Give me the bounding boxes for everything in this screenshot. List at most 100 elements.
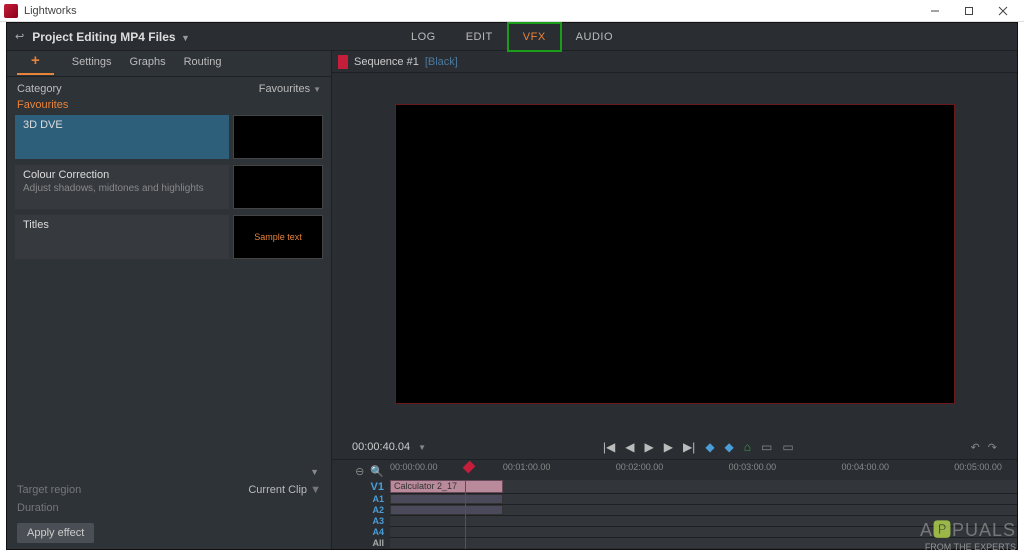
duration-row: Duration: [7, 499, 331, 517]
main-tabs: LOG EDIT VFX AUDIO: [396, 23, 628, 51]
favourites-dropdown[interactable]: Favourites▼: [259, 83, 321, 95]
zoom-out-icon[interactable]: ⊖: [355, 465, 364, 478]
effect-name: Colour Correction: [23, 169, 221, 181]
video-viewer[interactable]: [395, 104, 955, 404]
audio-clip[interactable]: [390, 505, 503, 515]
track-label-a1[interactable]: A1: [352, 494, 384, 505]
effect-colour-correction[interactable]: Colour Correction Adjust shadows, midton…: [15, 165, 323, 209]
project-title-text: Project Editing MP4 Files: [32, 30, 175, 44]
tab-vfx[interactable]: VFX: [508, 23, 561, 51]
track-a2[interactable]: [390, 505, 1017, 516]
tab-edit[interactable]: EDIT: [451, 23, 508, 51]
play-button[interactable]: ▶: [644, 440, 653, 454]
window-title: Lightworks: [24, 5, 918, 17]
tab-settings[interactable]: Settings: [72, 56, 112, 72]
maximize-button[interactable]: [952, 0, 986, 22]
track-v1[interactable]: Calculator 2_17: [390, 480, 1017, 494]
sequence-marker-icon: [338, 55, 348, 69]
tab-audio[interactable]: AUDIO: [561, 23, 628, 51]
effects-list: 3D DVE Colour Correction Adjust shadows,…: [7, 115, 331, 265]
tab-log[interactable]: LOG: [396, 23, 451, 51]
delete-button[interactable]: ▭: [761, 440, 772, 454]
step-forward-button[interactable]: ▶: [664, 440, 673, 454]
transport-controls: |◀ ◀ ▶ ▶ ▶| ◆ ◆ ⌂ ▭ ▭: [434, 440, 963, 454]
tracks: Calculator 2_17: [390, 480, 1017, 549]
target-region-label: Target region: [17, 484, 81, 496]
goto-end-button[interactable]: ▶|: [683, 440, 695, 454]
timeline-ruler[interactable]: 00:00:00.00 00:01:00.00 00:02:00.00 00:0…: [390, 462, 1017, 480]
mark-out-button[interactable]: ◆: [725, 440, 734, 454]
ruler-tick: 00:00:00.00: [390, 462, 438, 472]
zoom-in-icon[interactable]: 🔍: [370, 465, 384, 478]
effect-thumbnail: Sample text: [233, 215, 323, 259]
category-row: Category Favourites▼: [7, 77, 331, 99]
tab-add[interactable]: +: [17, 52, 54, 75]
body: + Settings Graphs Routing Category Favou…: [7, 51, 1017, 549]
timecode-dropdown-icon[interactable]: ▼: [418, 443, 426, 452]
redo-button[interactable]: ↷: [988, 441, 997, 454]
timeline-ruler-row: ⊖ 🔍 00:00:00.00 00:01:00.00 00:02:00.00 …: [332, 462, 1017, 480]
timeline: ⊖ 🔍 00:00:00.00 00:01:00.00 00:02:00.00 …: [332, 459, 1017, 549]
zoom-controls: ⊖ 🔍: [352, 465, 390, 478]
effects-panel: + Settings Graphs Routing Category Favou…: [7, 51, 332, 549]
effect-desc: Adjust shadows, midtones and highlights: [23, 183, 221, 194]
sequence-sub: [Black]: [425, 56, 458, 68]
expand-icon[interactable]: ▼: [7, 467, 331, 481]
minimize-button[interactable]: [918, 0, 952, 22]
main-toolbar: ↩ Project Editing MP4 Files ▼ LOG EDIT V…: [7, 23, 1017, 51]
effect-name: Titles: [23, 219, 221, 231]
panel-tabs: + Settings Graphs Routing: [7, 51, 331, 77]
track-a3[interactable]: [390, 516, 1017, 527]
category-label: Category: [17, 83, 62, 95]
effect-name: 3D DVE: [23, 119, 221, 131]
favourites-header: Favourites: [7, 99, 331, 115]
project-title[interactable]: Project Editing MP4 Files ▼: [32, 30, 190, 44]
target-region-row: Target region Current Clip ▼: [7, 481, 331, 499]
sequence-header: Sequence #1 [Black]: [332, 51, 1017, 73]
chevron-down-icon: ▼: [307, 484, 321, 496]
step-back-button[interactable]: ◀: [625, 440, 634, 454]
close-button[interactable]: [986, 0, 1020, 22]
remove-button[interactable]: ▭: [782, 440, 793, 454]
ruler-tick: 00:01:00.00: [503, 462, 551, 472]
track-all[interactable]: [390, 538, 1017, 548]
track-a1[interactable]: [390, 494, 1017, 505]
home-button[interactable]: ⌂: [744, 440, 751, 454]
sequence-name: Sequence #1: [354, 56, 419, 68]
track-label-a4[interactable]: A4: [352, 527, 384, 538]
back-icon[interactable]: ↩: [15, 30, 24, 43]
playhead-line[interactable]: [465, 480, 466, 549]
app-frame: ↩ Project Editing MP4 Files ▼ LOG EDIT V…: [6, 22, 1018, 550]
mark-in-button[interactable]: ◆: [705, 440, 714, 454]
ruler-tick: 00:03:00.00: [729, 462, 777, 472]
playhead-marker-icon[interactable]: [463, 461, 476, 474]
undo-button[interactable]: ↶: [971, 441, 980, 454]
app-icon: [4, 4, 18, 18]
thumb-sample-text: Sample text: [254, 232, 302, 242]
track-label-all[interactable]: All: [352, 538, 384, 549]
timecode: 00:00:40.04: [352, 441, 410, 453]
effect-thumbnail: [233, 115, 323, 159]
ruler-tick: 00:02:00.00: [616, 462, 664, 472]
effect-titles[interactable]: Titles Sample text: [15, 215, 323, 259]
target-region-dropdown[interactable]: Current Clip ▼: [248, 484, 321, 496]
video-clip[interactable]: Calculator 2_17: [390, 480, 503, 493]
duration-label: Duration: [17, 502, 59, 514]
ruler-tick: 00:04:00.00: [841, 462, 889, 472]
dropdown-icon: ▼: [181, 33, 190, 43]
audio-clip[interactable]: [390, 494, 503, 504]
apply-effect-button[interactable]: Apply effect: [17, 523, 94, 543]
effect-thumbnail: [233, 165, 323, 209]
tracks-wrap: V1 A1 A2 A3 A4 All Calculator 2_17: [332, 480, 1017, 549]
tab-routing[interactable]: Routing: [184, 56, 222, 72]
track-labels: V1 A1 A2 A3 A4 All: [352, 480, 390, 549]
ruler-tick: 00:05:00.00: [954, 462, 1002, 472]
viewer-area: Sequence #1 [Black] 00:00:40.04 ▼ |◀ ◀ ▶…: [332, 51, 1017, 549]
effect-3d-dve[interactable]: 3D DVE: [15, 115, 323, 159]
track-label-v1[interactable]: V1: [352, 480, 384, 494]
track-label-a2[interactable]: A2: [352, 505, 384, 516]
goto-start-button[interactable]: |◀: [603, 440, 615, 454]
tab-graphs[interactable]: Graphs: [130, 56, 166, 72]
track-label-a3[interactable]: A3: [352, 516, 384, 527]
track-a4[interactable]: [390, 527, 1017, 538]
